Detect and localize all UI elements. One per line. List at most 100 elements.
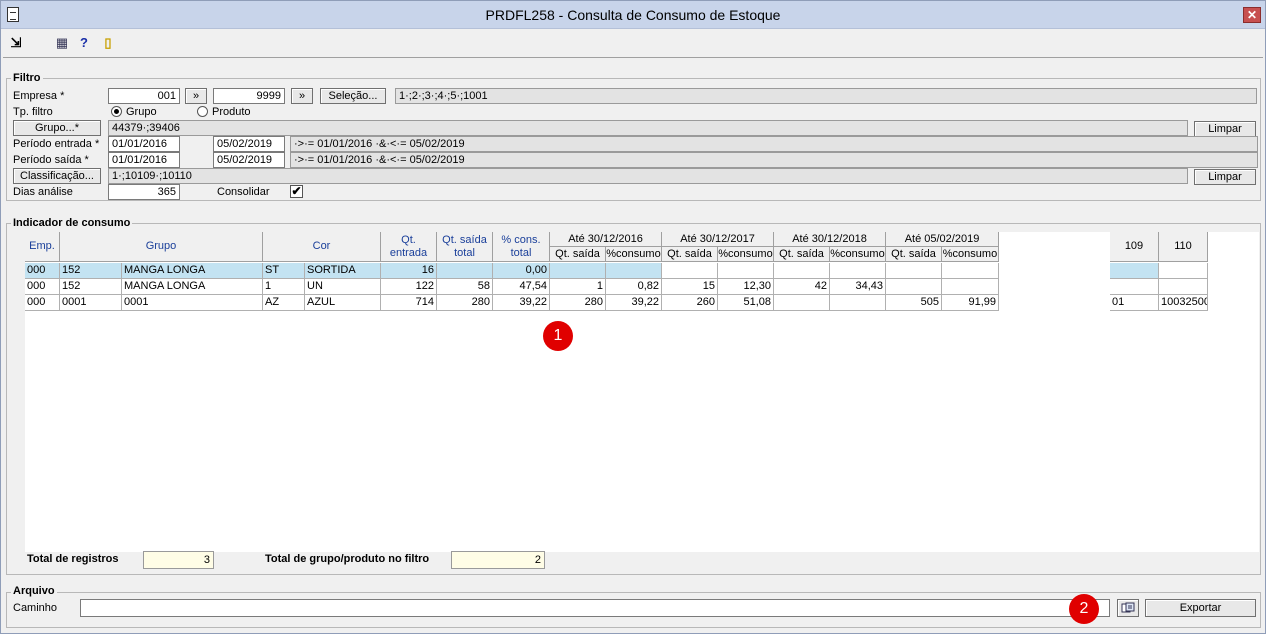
header-periodo-2016[interactable]: Até 30/12/2016	[550, 232, 662, 247]
header-qt-entrada[interactable]: Qt. entrada	[381, 232, 437, 262]
empresa-from-input[interactable]: 001	[108, 88, 180, 104]
exportar-button[interactable]: Exportar	[1145, 599, 1256, 617]
cell-b1[interactable]: 39,22	[606, 295, 662, 311]
cell-grp[interactable]: 152	[60, 279, 122, 295]
cell-qts[interactable]: 280	[437, 295, 493, 311]
cell-b2[interactable]: 51,08	[718, 295, 774, 311]
cell-pct[interactable]: 47,54	[493, 279, 550, 295]
cell-a4[interactable]	[886, 279, 942, 295]
entrada-to-input[interactable]: 05/02/2019	[213, 136, 285, 152]
consolidar-checkbox[interactable]: ✔	[290, 185, 303, 198]
header-pct-consumo[interactable]: %consumo	[830, 247, 886, 262]
header-qt-saida[interactable]: Qt. saída	[774, 247, 830, 262]
header-pct-consumo[interactable]: %consumo	[606, 247, 662, 262]
close-button[interactable]: ✕	[1243, 7, 1261, 23]
cell-c110[interactable]	[1159, 263, 1208, 279]
classificacao-button[interactable]: Classificação...	[13, 168, 101, 184]
cell-emp[interactable]: 000	[25, 279, 60, 295]
cell-a3[interactable]: 42	[774, 279, 830, 295]
cell-a2[interactable]: 260	[662, 295, 718, 311]
header-qt-saida[interactable]: Qt. saída	[662, 247, 718, 262]
cell-cor_desc[interactable]: AZUL	[305, 295, 381, 311]
cell-pct[interactable]: 39,22	[493, 295, 550, 311]
cell-b3[interactable]	[830, 295, 886, 311]
header-emp[interactable]: Emp.	[25, 232, 60, 262]
cell-b3[interactable]	[830, 263, 886, 279]
cell-c109[interactable]	[1110, 279, 1159, 295]
help-icon[interactable]: ?	[75, 34, 93, 52]
header-110[interactable]: 110	[1159, 232, 1208, 262]
empresa-to-lookup-button[interactable]: »	[291, 88, 313, 104]
cell-grp[interactable]: 152	[60, 263, 122, 279]
cell-a1[interactable]: 280	[550, 295, 606, 311]
empresa-from-lookup-button[interactable]: »	[185, 88, 207, 104]
dias-analise-input[interactable]: 365	[108, 184, 180, 200]
cell-a4[interactable]: 505	[886, 295, 942, 311]
caminho-input[interactable]	[80, 599, 1110, 617]
header-periodo-2019[interactable]: Até 05/02/2019	[886, 232, 999, 247]
header-cor[interactable]: Cor	[263, 232, 381, 262]
cell-qte[interactable]: 714	[381, 295, 437, 311]
cell-grp[interactable]: 0001	[60, 295, 122, 311]
entrada-from-input[interactable]: 01/01/2016	[108, 136, 180, 152]
cell-emp[interactable]: 000	[25, 263, 60, 279]
cell-a1[interactable]: 1	[550, 279, 606, 295]
header-109[interactable]: 109	[1110, 232, 1159, 262]
cell-grp_desc[interactable]: 0001	[122, 295, 263, 311]
grupo-radio[interactable]	[111, 106, 122, 117]
selecao-button[interactable]: Seleção...	[320, 88, 386, 104]
header-grupo[interactable]: Grupo	[60, 232, 263, 262]
limpar-classificacao-button[interactable]: Limpar	[1194, 169, 1256, 185]
cell-grp_desc[interactable]: MANGA LONGA	[122, 263, 263, 279]
cell-c109[interactable]: 01	[1110, 295, 1159, 311]
cell-cor[interactable]: 1	[263, 279, 305, 295]
browse-folder-button[interactable]	[1117, 599, 1139, 617]
cell-cor_desc[interactable]: SORTIDA	[305, 263, 381, 279]
cell-c109[interactable]	[1110, 263, 1159, 279]
grupo-button[interactable]: Grupo...*	[13, 120, 101, 136]
cell-a3[interactable]	[774, 263, 830, 279]
cell-b1[interactable]: 0,82	[606, 279, 662, 295]
cell-cor[interactable]: AZ	[263, 295, 305, 311]
cell-qte[interactable]: 16	[381, 263, 437, 279]
cell-qte[interactable]: 122	[381, 279, 437, 295]
cell-cor[interactable]: ST	[263, 263, 305, 279]
saida-to-input[interactable]: 05/02/2019	[213, 152, 285, 168]
saida-from-input[interactable]: 01/01/2016	[108, 152, 180, 168]
cell-qts[interactable]	[437, 263, 493, 279]
header-periodo-2018[interactable]: Até 30/12/2018	[774, 232, 886, 247]
cell-b3[interactable]: 34,43	[830, 279, 886, 295]
cell-a4[interactable]	[886, 263, 942, 279]
grid-calendar-icon[interactable]: ▦	[53, 34, 71, 52]
header-qt-saida[interactable]: Qt. saída	[550, 247, 606, 262]
cell-pct[interactable]: 0,00	[493, 263, 550, 279]
cell-b4[interactable]	[942, 279, 999, 295]
header-periodo-2017[interactable]: Até 30/12/2017	[662, 232, 774, 247]
export-arrow-icon[interactable]: ⇲	[7, 34, 25, 52]
cell-b2[interactable]	[718, 263, 774, 279]
produto-radio[interactable]	[197, 106, 208, 117]
cell-emp[interactable]: 000	[25, 295, 60, 311]
cell-b1[interactable]	[606, 263, 662, 279]
header-qt-saida[interactable]: Qt. saída	[886, 247, 942, 262]
cell-c110[interactable]	[1159, 279, 1208, 295]
cell-qts[interactable]: 58	[437, 279, 493, 295]
cell-cor_desc[interactable]: UN	[305, 279, 381, 295]
cell-a1[interactable]	[550, 263, 606, 279]
exit-door-icon[interactable]: ▯	[99, 34, 117, 52]
header-pct-cons-total[interactable]: % cons. total	[493, 232, 550, 262]
cell-b4[interactable]	[942, 263, 999, 279]
cell-b4[interactable]: 91,99	[942, 295, 999, 311]
cell-a2[interactable]	[662, 263, 718, 279]
cell-a2[interactable]: 15	[662, 279, 718, 295]
cell-grp_desc[interactable]: MANGA LONGA	[122, 279, 263, 295]
header-pct-consumo[interactable]: %consumo	[942, 247, 999, 262]
consumo-grid[interactable]: Emp. Grupo Cor Qt. entrada Qt. saída tot…	[25, 232, 1259, 552]
cell-c110[interactable]: 10032500	[1159, 295, 1208, 311]
limpar-grupo-button[interactable]: Limpar	[1194, 121, 1256, 137]
cell-b2[interactable]: 12,30	[718, 279, 774, 295]
cell-a3[interactable]	[774, 295, 830, 311]
header-pct-consumo[interactable]: %consumo	[718, 247, 774, 262]
empresa-to-input[interactable]: 9999	[213, 88, 285, 104]
header-qt-saida-total[interactable]: Qt. saída total	[437, 232, 493, 262]
